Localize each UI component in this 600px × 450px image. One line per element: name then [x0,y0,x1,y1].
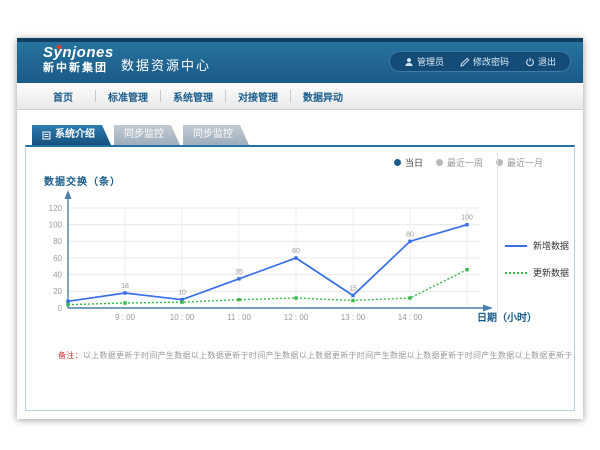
svg-text:12 : 00: 12 : 00 [284,313,309,322]
radio-dot [436,159,443,166]
radio-label: 当日 [405,156,423,169]
nav-item-data-change[interactable]: 数据异动 [291,89,355,104]
svg-text:10: 10 [178,290,186,297]
change-password-label: 修改密码 [473,55,509,68]
chart-legend-divider [497,153,498,313]
x-axis-title: 日期（小时） [477,309,537,324]
logo-subtext: 新中新集团 [43,62,114,74]
svg-text:11 : 00: 11 : 00 [227,313,251,322]
legend-label: 新增数据 [533,239,569,252]
svg-text:13 : 00: 13 : 00 [341,313,366,322]
tab-system-intro[interactable]: 系统介绍 [32,125,111,145]
chart-legend: 新增数据 更新数据 [505,239,569,293]
time-range-filter: 当日 最近一周 最近一月 [394,156,543,169]
svg-text:60: 60 [292,248,300,255]
legend-item-new-data[interactable]: 新增数据 [505,239,569,252]
solid-line-swatch [505,245,527,247]
tab-bar: 系统介绍 同步监控 同步监控 [32,125,252,145]
svg-text:120: 120 [49,204,63,213]
svg-text:18: 18 [121,283,129,290]
svg-text:80: 80 [406,231,414,238]
nav-item-system-mgmt[interactable]: 系统管理 [161,89,225,104]
radio-label: 最近一周 [447,156,483,169]
svg-text:40: 40 [53,270,62,279]
main-nav: 首页 标准管理 系统管理 对接管理 数据异动 [17,83,583,110]
radio-dot [394,159,401,166]
user-toolbar: 管理员 修改密码 退出 [389,51,571,72]
logout-button[interactable]: 退出 [517,55,564,68]
chart-panel: 当日 最近一周 最近一月 数据交换（条） 0 20 40 60 80 100 120 9 : … [25,145,575,411]
svg-text:35: 35 [235,269,243,276]
svg-text:0: 0 [58,304,63,313]
page-title: 数据资源中心 [121,55,211,74]
logo-text: Synjones [43,45,114,62]
company-logo: Synjones 新中新集团 [43,45,114,74]
svg-text:100: 100 [461,215,473,222]
nav-item-interface-mgmt[interactable]: 对接管理 [226,89,290,104]
radio-last-month[interactable]: 最近一月 [496,156,543,169]
legend-label: 更新数据 [533,266,569,279]
dotted-line-swatch [505,272,527,274]
legend-item-updated-data[interactable]: 更新数据 [505,266,569,279]
radio-last-week[interactable]: 最近一周 [436,156,483,169]
footnote-prefix: 备注： [58,351,83,360]
current-user[interactable]: 管理员 [396,55,452,68]
tab-label: 系统介绍 [55,125,95,145]
line-chart: 0 20 40 60 80 100 120 9 : 00 10 : 00 11 : 00 12 : … [26,187,496,332]
change-password-button[interactable]: 修改密码 [452,55,517,68]
footnote-text: 以上数据更新于时间产生数据以上数据更新于时间产生数据以上数据更新于时间产生数据以… [83,351,573,360]
content-area: 系统介绍 同步监控 同步监控 当日 最近一周 [17,110,583,419]
footnote: 备注：以上数据更新于时间产生数据以上数据更新于时间产生数据以上数据更新于时间产生… [58,350,573,361]
svg-text:9 : 00: 9 : 00 [115,313,136,322]
svg-text:80: 80 [53,237,62,246]
power-icon [525,57,535,67]
app-window: Synjones 新中新集团 数据资源中心 管理员 修改密码 [17,38,583,419]
svg-text:20: 20 [53,287,62,296]
radio-today[interactable]: 当日 [394,156,423,169]
user-icon [404,57,414,67]
svg-text:10 : 00: 10 : 00 [170,313,195,322]
user-name-label: 管理员 [417,55,444,68]
tab-sync-monitor-1[interactable]: 同步监控 [114,125,180,145]
svg-text:14 : 00: 14 : 00 [398,313,423,322]
nav-item-standard-mgmt[interactable]: 标准管理 [96,89,160,104]
svg-text:60: 60 [53,254,62,263]
logout-label: 退出 [538,55,556,68]
document-icon [42,131,51,140]
tab-sync-monitor-2[interactable]: 同步监控 [183,125,249,145]
y-axis-title: 数据交换（条） [44,173,121,188]
svg-text:100: 100 [49,220,63,229]
app-header: Synjones 新中新集团 数据资源中心 管理员 修改密码 [17,38,583,83]
svg-text:15: 15 [349,286,357,293]
tab-label: 同步监控 [193,125,233,145]
edit-icon [460,57,470,67]
tab-label: 同步监控 [124,125,164,145]
radio-label: 最近一月 [507,156,543,169]
nav-item-home[interactable]: 首页 [31,89,95,104]
